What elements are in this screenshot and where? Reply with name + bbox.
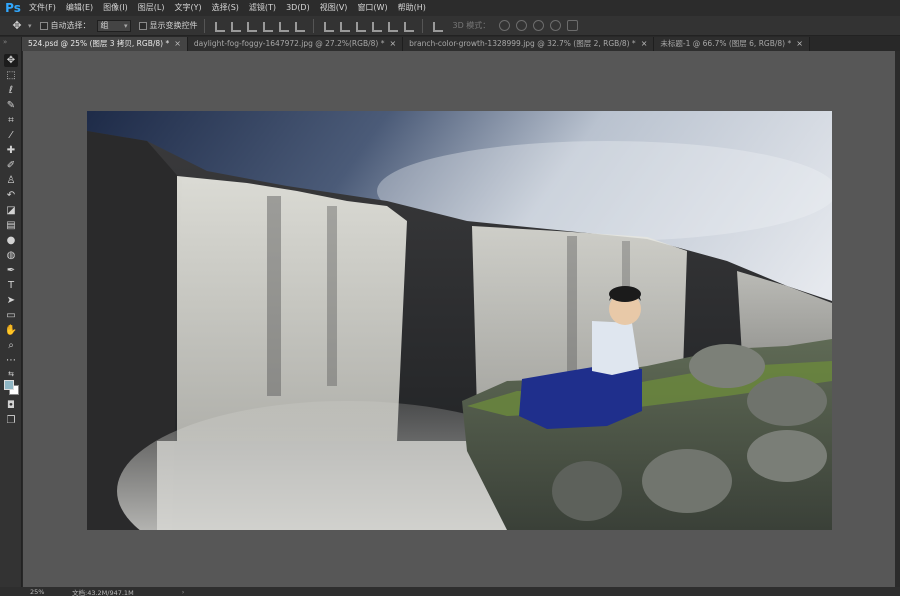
show-transform-checkbox[interactable] [138, 21, 147, 30]
divider [421, 18, 423, 33]
tab-label: branch-color-growth-1328999.jpg @ 32.7% … [409, 39, 636, 48]
blur-tool-icon[interactable]: ● [4, 234, 18, 247]
menu-window[interactable]: 窗口(W) [352, 0, 392, 16]
menu-3d[interactable]: 3D(D) [281, 0, 315, 16]
menu-image[interactable]: 图像(I) [98, 0, 133, 16]
quick-mask-icon[interactable]: ◘ [4, 399, 18, 412]
dodge-tool-icon[interactable]: ◍ [4, 249, 18, 262]
eraser-tool-icon[interactable]: ◪ [4, 204, 18, 217]
tab-label: 未标题-1 @ 66.7% (图层 6, RGB/8) * [660, 39, 792, 48]
move-tool-icon[interactable]: ✥ [4, 54, 18, 67]
close-icon[interactable]: × [641, 37, 648, 51]
history-brush-tool-icon[interactable]: ↶ [4, 189, 18, 202]
distribute-left-icon[interactable] [371, 21, 382, 32]
3d-camera-icon[interactable] [567, 20, 579, 31]
menu-file[interactable]: 文件(F) [24, 0, 61, 16]
status-menu-arrow-icon[interactable]: › [182, 588, 185, 596]
photoshop-logo[interactable]: Ps [2, 0, 24, 16]
3d-mode-label: 3D 模式： [452, 21, 491, 30]
zoom-level[interactable]: 25% [30, 588, 72, 596]
3d-roll-icon[interactable] [516, 20, 528, 31]
quick-select-tool-icon[interactable]: ✎ [4, 99, 18, 112]
pen-tool-icon[interactable]: ✒ [4, 264, 18, 277]
options-bar: ✥ ▾ 自动选择： 组 显示变换控件 3D 模式： [0, 16, 900, 36]
auto-select-dropdown[interactable]: 组 [96, 19, 131, 32]
brush-tool-icon[interactable]: ✐ [4, 159, 18, 172]
tools-panel: » ✥ ⬚ ℓ ✎ ⌗ ⁄ ✚ ✐ ♙ ↶ ◪ ▤ ● ◍ ✒ T ➤ ▭ ✋ … [0, 37, 22, 587]
align-left-icon[interactable] [262, 21, 273, 32]
menu-select[interactable]: 选择(S) [207, 0, 244, 16]
distribute-top-icon[interactable] [323, 21, 334, 32]
swap-colors-icon[interactable]: ⇆ [4, 367, 18, 380]
tool-preset-chevron-icon[interactable]: ▾ [28, 22, 32, 30]
menu-help[interactable]: 帮助(H) [393, 0, 431, 16]
distribute-hcenter-icon[interactable] [387, 21, 398, 32]
gradient-tool-icon[interactable]: ▤ [4, 219, 18, 232]
clone-stamp-tool-icon[interactable]: ♙ [4, 174, 18, 187]
distribute-right-icon[interactable] [403, 21, 414, 32]
waterfall-composite-image [87, 111, 832, 530]
show-transform-label: 显示变换控件 [149, 21, 198, 30]
document-size: 文档:43.2M/947.1M [72, 588, 134, 596]
tab-untitled-1[interactable]: 未标题-1 @ 66.7% (图层 6, RGB/8) * × [654, 37, 810, 51]
menu-type[interactable]: 文字(Y) [169, 0, 206, 16]
path-select-tool-icon[interactable]: ➤ [4, 294, 18, 307]
marquee-tool-icon[interactable]: ⬚ [4, 69, 18, 82]
3d-pan-icon[interactable] [533, 20, 545, 31]
close-icon[interactable]: × [796, 37, 803, 51]
type-tool-icon[interactable]: T [4, 279, 18, 292]
divider [203, 18, 205, 33]
canvas-area[interactable] [23, 51, 895, 587]
tab-branch-color[interactable]: branch-color-growth-1328999.jpg @ 32.7% … [403, 37, 655, 51]
close-icon[interactable]: × [174, 37, 181, 51]
move-icon[interactable]: ✥ [6, 18, 28, 34]
align-hcenter-icon[interactable] [278, 21, 289, 32]
auto-select-label: 自动选择： [50, 21, 91, 30]
lasso-tool-icon[interactable]: ℓ [4, 84, 18, 97]
tab-daylight-fog[interactable]: daylight-fog-foggy-1647972.jpg @ 27.2%(R… [187, 37, 404, 51]
auto-align-icon[interactable] [432, 21, 443, 32]
more-tools-icon[interactable]: ⋯ [4, 354, 18, 367]
divider [312, 18, 314, 33]
document-tabs: 524.psd @ 25% (图层 3 拷贝, RGB/8) * × dayli… [22, 37, 900, 51]
document-image[interactable] [87, 111, 832, 530]
3d-slide-icon[interactable] [550, 20, 562, 31]
menu-layer[interactable]: 图层(L) [133, 0, 170, 16]
distribute-vcenter-icon[interactable] [339, 21, 350, 32]
zoom-tool-icon[interactable]: ⌕ [4, 339, 18, 352]
align-top-icon[interactable] [214, 21, 225, 32]
tab-524-psd[interactable]: 524.psd @ 25% (图层 3 拷贝, RGB/8) * × [22, 37, 188, 51]
3d-orbit-icon[interactable] [499, 20, 511, 31]
menu-bar: Ps 文件(F) 编辑(E) 图像(I) 图层(L) 文字(Y) 选择(S) 滤… [0, 0, 900, 16]
menu-view[interactable]: 视图(V) [315, 0, 353, 16]
foreground-color-swatch[interactable] [4, 380, 14, 390]
distribute-bottom-icon[interactable] [355, 21, 366, 32]
align-vcenter-icon[interactable] [230, 21, 241, 32]
tab-label: daylight-fog-foggy-1647972.jpg @ 27.2%(R… [193, 39, 385, 48]
toolbar-collapse-icon[interactable]: » [0, 37, 21, 51]
menu-edit[interactable]: 编辑(E) [61, 0, 98, 16]
hand-tool-icon[interactable]: ✋ [4, 324, 18, 337]
rectangle-tool-icon[interactable]: ▭ [4, 309, 18, 322]
vertical-scrollbar[interactable] [895, 51, 900, 587]
healing-tool-icon[interactable]: ✚ [4, 144, 18, 157]
auto-select-checkbox[interactable] [39, 21, 48, 30]
status-bar: 25% 文档:43.2M/947.1M › [0, 587, 900, 596]
close-icon[interactable]: × [389, 37, 396, 51]
screen-mode-icon[interactable]: ❐ [4, 414, 18, 427]
align-bottom-icon[interactable] [246, 21, 257, 32]
eyedropper-tool-icon[interactable]: ⁄ [4, 129, 18, 142]
crop-tool-icon[interactable]: ⌗ [4, 114, 18, 127]
tab-label: 524.psd @ 25% (图层 3 拷贝, RGB/8) * [28, 39, 170, 48]
menu-filter[interactable]: 滤镜(T) [244, 0, 281, 16]
align-right-icon[interactable] [294, 21, 305, 32]
